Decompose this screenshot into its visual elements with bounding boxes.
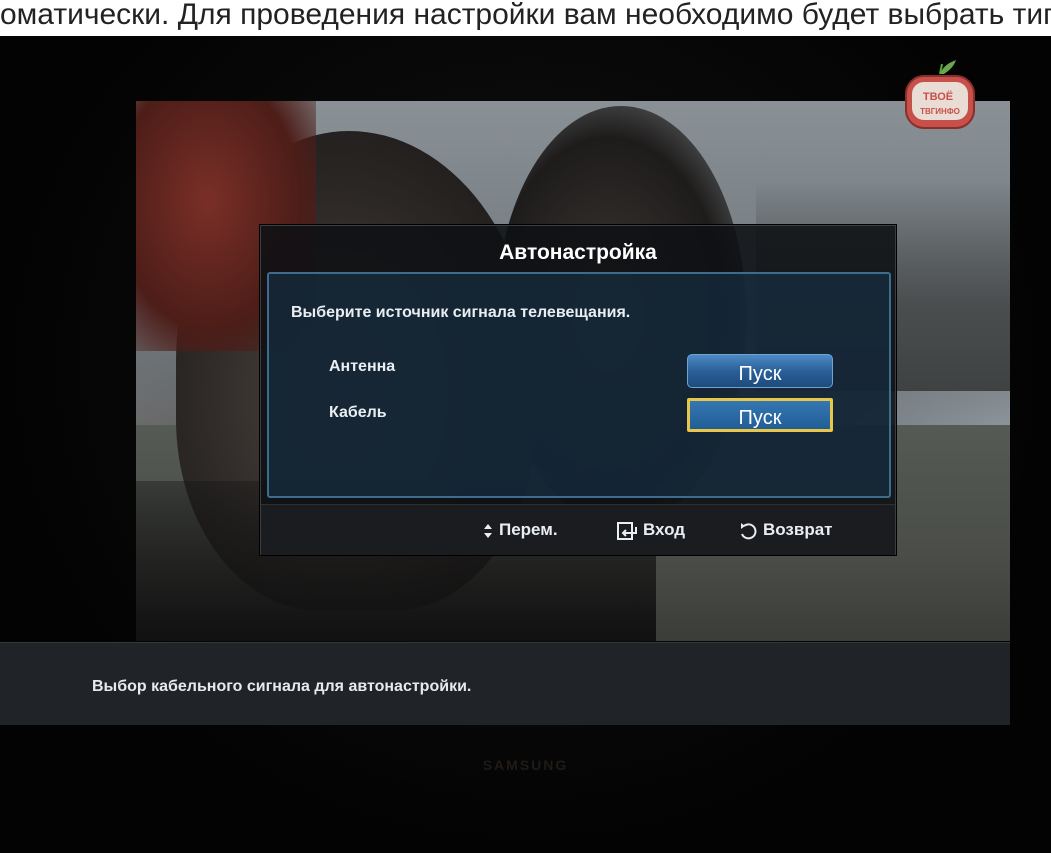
info-bar-text: Выбор кабельного сигнала для автонастрой… — [92, 678, 472, 695]
antenna-start-button[interactable]: Пуск — [687, 354, 833, 388]
option-label-cable: Кабель — [329, 404, 387, 421]
cable-start-button[interactable]: Пуск — [687, 398, 833, 432]
enter-icon — [617, 521, 637, 540]
hint-enter-label: Вход — [643, 520, 686, 539]
return-icon — [741, 522, 757, 539]
watermark-text-top: ТВОЁ — [923, 90, 953, 103]
tv-logo-icon: ТВОЁ ТВГИНФО — [900, 58, 980, 138]
hint-enter: Вход — [617, 505, 685, 555]
dialog-footer: Перем. Вход Возврат — [261, 504, 895, 555]
tv-brand-logo: SAMSUNG — [482, 757, 569, 773]
hint-return: Возврат — [739, 505, 833, 555]
info-bar: Выбор кабельного сигнала для автонастрой… — [0, 642, 1010, 725]
hint-move-label: Перем. — [499, 520, 558, 539]
source-prompt: Выберите источник сигнала телевещания. — [291, 304, 631, 321]
auto-tuning-dialog: Автонастройка Выберите источник сигнала … — [260, 225, 896, 555]
hint-return-label: Возврат — [763, 520, 833, 539]
dialog-body: Выберите источник сигнала телевещания. А… — [267, 272, 891, 498]
updown-arrows-icon — [484, 523, 492, 538]
page-caption: оматически. Для проведения настройки вам… — [0, 0, 1051, 36]
dialog-title: Автонастройка — [499, 241, 657, 264]
option-label-antenna: Антенна — [329, 358, 396, 375]
hint-move: Перем. — [483, 505, 558, 555]
watermark-text-bottom: ТВГИНФО — [920, 107, 960, 116]
